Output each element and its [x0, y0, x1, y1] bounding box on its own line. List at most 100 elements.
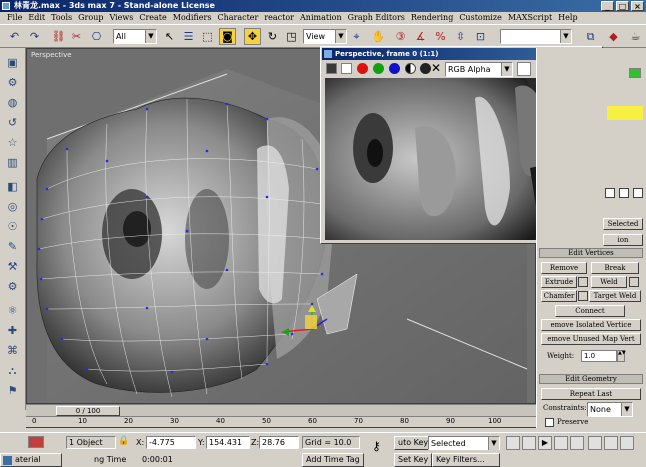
- menu-animation[interactable]: Animation: [297, 12, 345, 24]
- remove-isolated-vertices-button[interactable]: emove Isolated Vertice: [541, 319, 641, 331]
- close-button[interactable]: ×: [631, 1, 644, 11]
- selection-filter-dropdown[interactable]: All ▼: [113, 29, 157, 44]
- green-channel-icon[interactable]: [373, 63, 384, 74]
- target-weld-button[interactable]: Target Weld: [589, 290, 641, 302]
- channel-display-dropdown[interactable]: RGB Alpha ▼: [445, 62, 513, 77]
- lights-icon[interactable]: ☉: [4, 218, 21, 235]
- spinner-snap-icon[interactable]: ⇳: [452, 28, 469, 45]
- time-slider-track[interactable]: 0 / 100: [26, 404, 536, 416]
- auto-key-button[interactable]: uto Key: [394, 436, 433, 450]
- add-time-tag-button[interactable]: Add Time Tag: [302, 453, 364, 467]
- link-icon[interactable]: ⛓: [50, 28, 67, 45]
- menu-rendering[interactable]: Rendering: [408, 12, 456, 24]
- wind-icon[interactable]: ⚑: [4, 382, 21, 399]
- alpha-channel-icon[interactable]: [405, 63, 416, 74]
- extrude-button[interactable]: Extrude: [541, 276, 577, 288]
- key-icon[interactable]: ⚷: [372, 439, 381, 453]
- menu-character[interactable]: Character: [214, 12, 261, 24]
- menu-maxscript[interactable]: MAXScript: [505, 12, 555, 24]
- modify-icon[interactable]: ⚙: [4, 74, 21, 91]
- break-button[interactable]: Break: [591, 262, 639, 274]
- constraints-dropdown[interactable]: None ▼: [587, 402, 633, 417]
- red-channel-icon[interactable]: [357, 63, 368, 74]
- named-selection-icon[interactable]: ⊡: [472, 28, 489, 45]
- motion-icon[interactable]: ↺: [4, 114, 21, 131]
- selection-tail-button[interactable]: ion: [603, 234, 643, 246]
- weld-button[interactable]: Weld: [591, 276, 627, 288]
- display-icon[interactable]: ☆: [4, 134, 21, 151]
- preserve-checkbox[interactable]: [545, 418, 554, 427]
- maxscript-listener-icon[interactable]: [28, 436, 44, 448]
- angle-snap-icon[interactable]: ∡: [412, 28, 429, 45]
- modifier-stack-highlight[interactable]: [607, 106, 643, 120]
- menu-edit[interactable]: Edit: [25, 12, 48, 24]
- viewport-label[interactable]: Perspective: [31, 51, 72, 59]
- menu-customize[interactable]: Customize: [456, 12, 505, 24]
- teapot-icon[interactable]: ☕: [627, 28, 644, 45]
- repeat-last-button[interactable]: Repeat Last: [541, 388, 641, 400]
- go-to-start-icon[interactable]: [506, 436, 520, 450]
- named-selection-set-dropdown[interactable]: ▼: [500, 29, 572, 44]
- menu-help[interactable]: Help: [555, 12, 580, 24]
- track-bar[interactable]: 0 10 20 30 40 50 60 70 80 90 100: [26, 416, 536, 432]
- color-swatch[interactable]: [517, 62, 531, 76]
- helpers-icon[interactable]: ✎: [4, 238, 21, 255]
- time-slider[interactable]: 0 / 100: [56, 406, 120, 416]
- selected-button[interactable]: Selected: [603, 218, 643, 230]
- object-color-swatch[interactable]: [629, 68, 641, 78]
- systems-icon[interactable]: ⚙: [4, 278, 21, 295]
- previous-frame-icon[interactable]: [522, 436, 536, 450]
- key-mode-dropdown[interactable]: Selected ▼: [428, 436, 500, 450]
- snap-3d-icon[interactable]: ③: [392, 28, 409, 45]
- orbit-icon[interactable]: [620, 436, 634, 450]
- remove-button[interactable]: Remove: [541, 262, 587, 274]
- bind-icon[interactable]: ⎔: [88, 28, 105, 45]
- next-frame-icon[interactable]: [554, 436, 568, 450]
- menu-group[interactable]: Group: [75, 12, 106, 24]
- menu-create[interactable]: Create: [136, 12, 169, 24]
- hierarchy-icon[interactable]: ◍: [4, 94, 21, 111]
- select-by-name-icon[interactable]: ☰: [180, 28, 197, 45]
- create-icon[interactable]: ▣: [4, 54, 21, 71]
- menu-tools[interactable]: Tools: [48, 12, 75, 24]
- menu-file[interactable]: File: [4, 12, 25, 24]
- window-crossing-icon[interactable]: ◙: [219, 28, 236, 45]
- taskbar-material-item[interactable]: aterial: [0, 453, 62, 467]
- reference-coordinate-dropdown[interactable]: View ▼: [303, 29, 347, 44]
- remove-unused-map-verts-button[interactable]: emove Unused Map Vert: [541, 333, 641, 345]
- redo-icon[interactable]: ↷: [26, 28, 43, 45]
- save-bitmap-icon[interactable]: [326, 63, 337, 74]
- key-filters-button[interactable]: Key Filters...: [432, 453, 500, 467]
- edit-vertices-rollout[interactable]: Edit Vertices: [539, 248, 643, 258]
- monochrome-icon[interactable]: [420, 63, 431, 74]
- scale-icon[interactable]: ◳: [283, 28, 300, 45]
- chamfer-settings-icon[interactable]: [578, 291, 588, 301]
- weight-spinner[interactable]: 1.0: [581, 350, 617, 362]
- menu-graph-editors[interactable]: Graph Editors: [345, 12, 408, 24]
- pan-icon[interactable]: [604, 436, 618, 450]
- y-coord-field[interactable]: 154.431: [206, 436, 250, 449]
- zoom-icon[interactable]: [588, 436, 602, 450]
- chamfer-button[interactable]: Chamfer: [541, 290, 577, 302]
- cloth-icon[interactable]: ⌘: [4, 342, 21, 359]
- spacewarps-icon[interactable]: ⚒: [4, 258, 21, 275]
- material-icon[interactable]: ◆: [605, 28, 622, 45]
- edit-geometry-rollout[interactable]: Edit Geometry: [539, 374, 643, 384]
- rigid-body-icon[interactable]: ✚: [4, 322, 21, 339]
- z-coord-field[interactable]: 28.76: [259, 436, 299, 449]
- unlink-icon[interactable]: ✂: [68, 28, 85, 45]
- mirror-icon[interactable]: ⧉: [582, 28, 599, 45]
- spinner-arrows-icon[interactable]: ▲▼: [617, 350, 626, 362]
- minimize-button[interactable]: _: [601, 1, 614, 11]
- maximize-button[interactable]: □: [616, 1, 629, 11]
- lock-icon[interactable]: 🔒: [118, 436, 129, 446]
- rope-icon[interactable]: ⛬: [4, 362, 21, 379]
- go-to-end-icon[interactable]: [570, 436, 584, 450]
- menu-modifiers[interactable]: Modifiers: [170, 12, 215, 24]
- utilities-icon[interactable]: ▥: [4, 154, 21, 171]
- pivot-icon[interactable]: ⌖: [348, 28, 365, 45]
- show-end-result-icon[interactable]: [619, 188, 629, 198]
- undo-icon[interactable]: ↶: [6, 28, 23, 45]
- menu-views[interactable]: Views: [106, 12, 136, 24]
- weld-settings-icon[interactable]: [629, 277, 639, 287]
